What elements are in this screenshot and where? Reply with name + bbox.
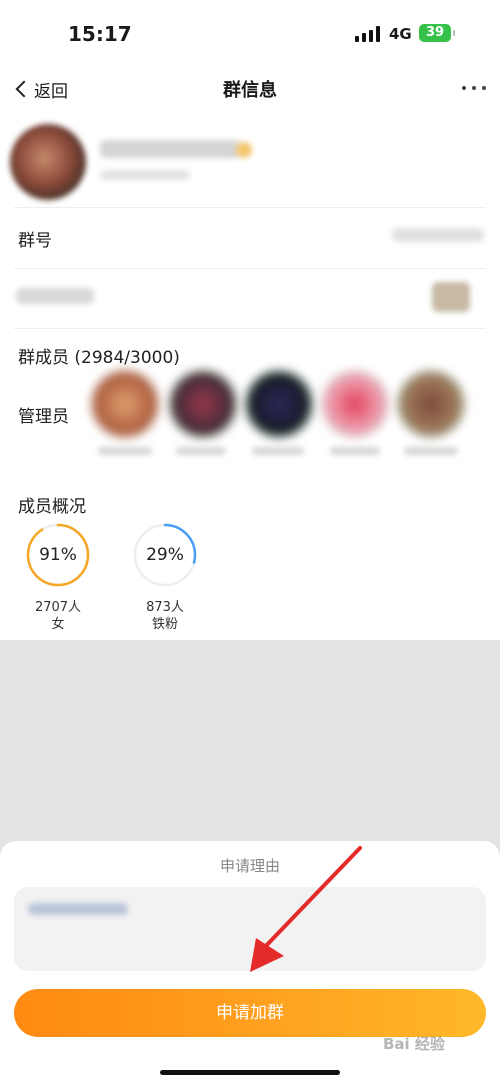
group-name-blurred (100, 140, 240, 158)
reason-text-blurred (28, 903, 128, 915)
admin-name-blurred (330, 447, 380, 455)
battery-icon: 39 (419, 24, 455, 42)
divider (14, 268, 486, 269)
overview-percent: 91% (39, 545, 77, 565)
admin-name-blurred (98, 447, 152, 455)
network-type: 4G (389, 25, 412, 43)
overview-fans-ring[interactable]: 29% (133, 523, 197, 587)
reason-input[interactable] (14, 887, 486, 971)
home-indicator (160, 1070, 340, 1075)
row-label-blurred (16, 288, 94, 304)
admin-avatar[interactable] (92, 371, 158, 437)
admin-name-blurred (252, 447, 304, 455)
row-thumbnail-blurred[interactable] (432, 282, 470, 312)
group-subtitle-blurred (100, 170, 190, 180)
admins-label: 管理员 (18, 407, 69, 427)
group-badge-blurred (236, 142, 252, 158)
admin-list (82, 365, 482, 465)
admin-avatar[interactable] (322, 371, 388, 437)
apply-join-button[interactable]: 申请加群 (14, 989, 486, 1037)
more-options-icon[interactable] (462, 86, 486, 90)
admin-avatar[interactable] (170, 371, 236, 437)
status-bar: 15:17 4G 39 (0, 0, 500, 66)
overview-name: 女 (51, 617, 65, 632)
overview-female-ring[interactable]: 91% (26, 523, 90, 587)
status-time: 15:17 (68, 22, 132, 46)
overview-name: 铁粉 (151, 617, 178, 632)
divider (14, 207, 486, 208)
admin-avatar[interactable] (398, 371, 464, 437)
group-id-value-blurred[interactable] (392, 228, 484, 242)
group-id-label: 群号 (18, 231, 52, 251)
admin-name-blurred (176, 447, 226, 455)
group-avatar[interactable] (10, 124, 86, 200)
admin-name-blurred (404, 447, 458, 455)
signal-icon (355, 26, 381, 42)
admin-avatar[interactable] (246, 371, 312, 437)
overview-percent: 29% (146, 545, 184, 565)
nav-bar: 返回 群信息 (0, 66, 500, 112)
sheet-title: 申请理由 (219, 857, 280, 875)
member-overview-label: 成员概况 (18, 497, 86, 517)
page-title: 群信息 (223, 80, 277, 101)
divider (14, 328, 486, 329)
watermark-logo: Bai 经验 (383, 1035, 445, 1053)
